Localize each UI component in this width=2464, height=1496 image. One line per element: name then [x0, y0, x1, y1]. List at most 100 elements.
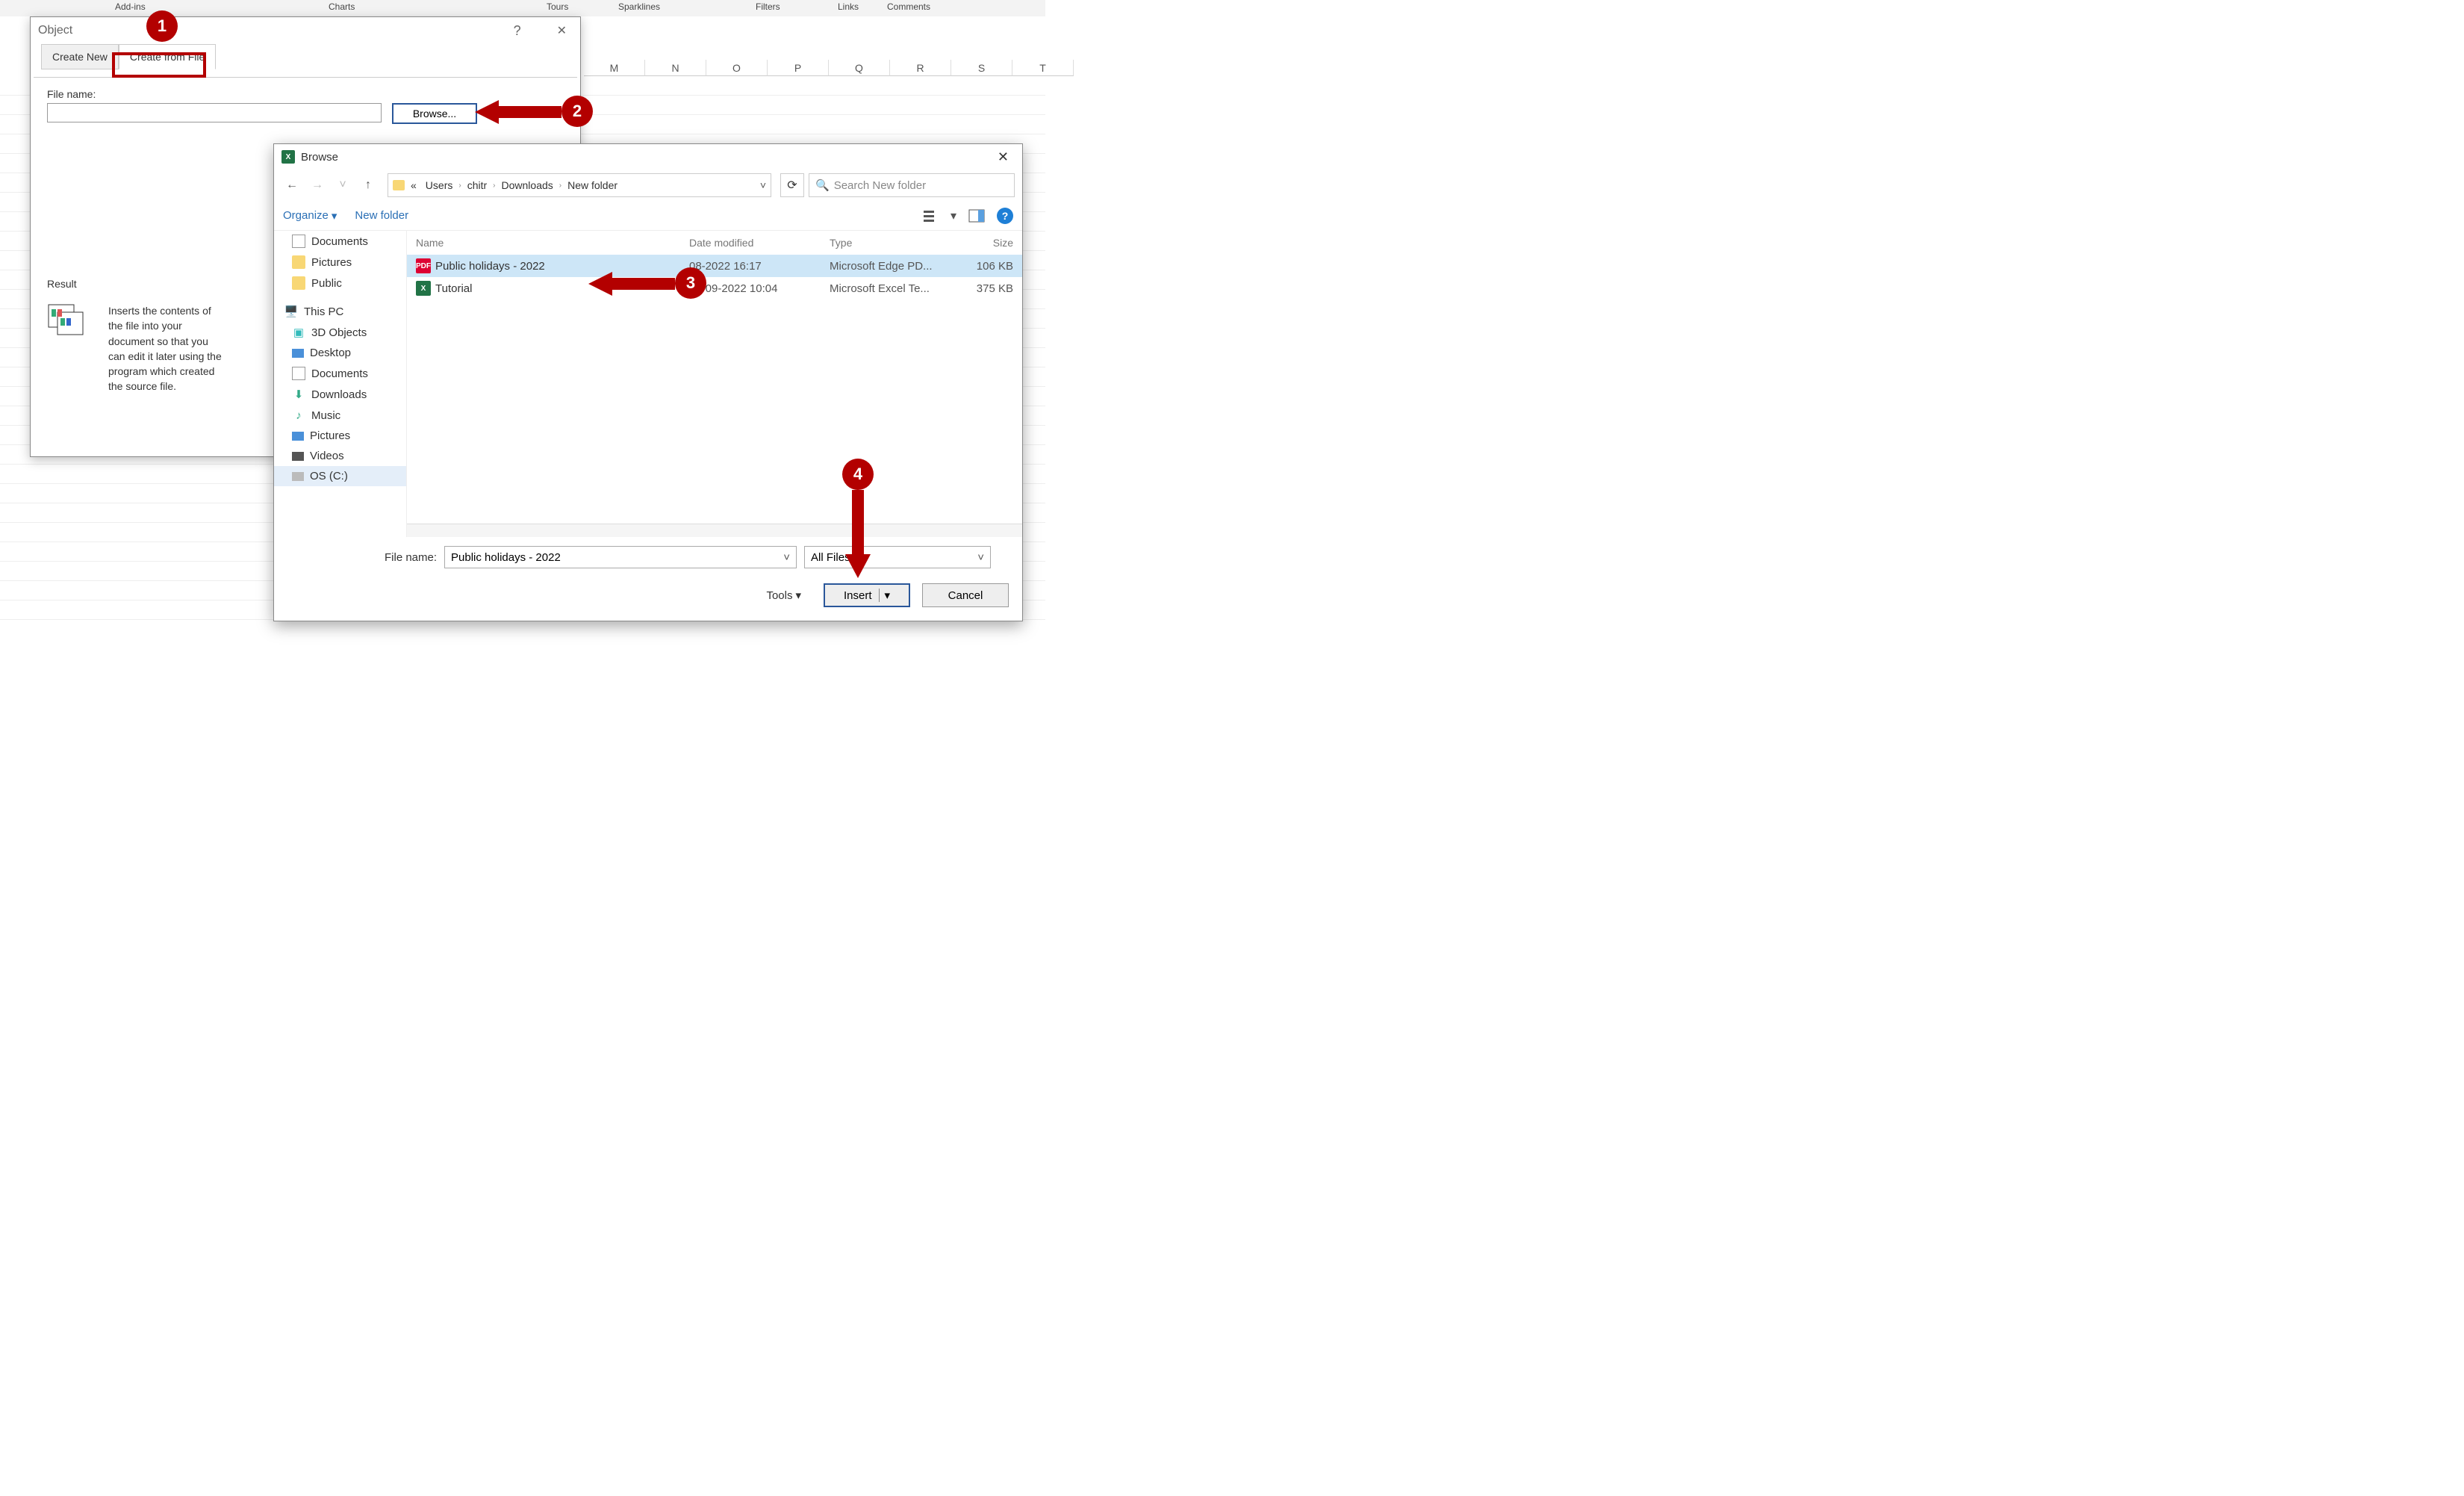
- cancel-button[interactable]: Cancel: [922, 583, 1009, 607]
- refresh-icon[interactable]: ⟳: [780, 173, 804, 197]
- folder-tree[interactable]: Documents Pictures Public 🖥️This PC ▣3D …: [274, 231, 407, 537]
- tools-dropdown[interactable]: Tools▾: [766, 589, 801, 602]
- footer-file-name-label: File name:: [385, 551, 437, 564]
- chevron-down-icon: ˅: [977, 551, 984, 564]
- browse-dialog-title: Browse: [301, 151, 338, 164]
- file-name: Public holidays - 2022: [435, 260, 689, 273]
- tab-create-new[interactable]: Create New: [41, 44, 119, 69]
- folder-icon: [292, 276, 305, 290]
- header-date[interactable]: Date modified: [689, 237, 830, 249]
- col-T[interactable]: T: [1012, 60, 1074, 76]
- breadcrumb-seg[interactable]: Users: [423, 178, 456, 193]
- nav-forward-icon[interactable]: →: [307, 175, 328, 196]
- chevron-down-icon[interactable]: ˅: [783, 551, 790, 564]
- excel-icon: X: [281, 150, 295, 164]
- col-O[interactable]: O: [706, 60, 768, 76]
- tree-item[interactable]: Videos: [274, 446, 406, 466]
- nav-up-icon[interactable]: ↑: [358, 175, 379, 196]
- header-type[interactable]: Type: [830, 237, 953, 249]
- col-P[interactable]: P: [768, 60, 829, 76]
- close-icon[interactable]: ✕: [992, 146, 1015, 168]
- folder-icon: [393, 180, 405, 190]
- tree-item[interactable]: ⬇Downloads: [274, 384, 406, 405]
- breadcrumb-seg[interactable]: chitr: [464, 178, 490, 193]
- file-filter-dropdown[interactable]: All Files ˅: [804, 546, 991, 568]
- chevron-right-icon: ›: [493, 181, 495, 190]
- preview-pane-icon[interactable]: [968, 208, 985, 224]
- ribbon-group-comments: Comments: [887, 1, 930, 12]
- file-row[interactable]: PDF Public holidays - 2022 08-2022 16:17…: [407, 255, 1022, 277]
- view-icon[interactable]: [922, 208, 939, 224]
- document-icon: [292, 235, 305, 248]
- search-input[interactable]: 🔍 Search New folder: [809, 173, 1015, 197]
- tree-item[interactable]: ▣3D Objects: [274, 322, 406, 343]
- footer-file-name-input[interactable]: Public holidays - 2022 ˅: [444, 546, 797, 568]
- tree-item[interactable]: Documents: [274, 363, 406, 384]
- insert-button[interactable]: Insert▾: [824, 583, 910, 607]
- ribbon-group-sparklines: Sparklines: [618, 1, 660, 12]
- file-size: 375 KB: [953, 282, 1013, 295]
- col-R[interactable]: R: [890, 60, 951, 76]
- file-date: 08-2022 16:17: [689, 260, 830, 273]
- search-placeholder: Search New folder: [834, 179, 926, 192]
- desktop-icon: [292, 349, 304, 358]
- tree-item[interactable]: Pictures: [274, 252, 406, 273]
- organize-button[interactable]: Organize▾: [283, 209, 337, 223]
- tree-item[interactable]: Public: [274, 273, 406, 294]
- ribbon-group-charts: Charts: [329, 1, 355, 12]
- chevron-down-icon: ▾: [795, 589, 801, 602]
- pdf-icon: PDF: [416, 258, 431, 273]
- pc-icon: 🖥️: [284, 305, 298, 318]
- pictures-icon: [292, 432, 304, 441]
- header-size[interactable]: Size: [953, 237, 1013, 249]
- download-icon: ⬇: [292, 388, 305, 401]
- chevron-down-icon[interactable]: ˅: [760, 179, 766, 191]
- header-name[interactable]: Name: [416, 237, 689, 249]
- help-icon[interactable]: ?: [997, 208, 1013, 224]
- browse-button[interactable]: Browse...: [392, 103, 477, 124]
- xlsx-icon: X: [416, 281, 431, 296]
- disk-icon: [292, 472, 304, 481]
- breadcrumb-seg[interactable]: New folder: [564, 178, 620, 193]
- search-icon: 🔍: [815, 179, 830, 192]
- nav-back-icon[interactable]: ←: [281, 175, 302, 196]
- tree-item-this-pc[interactable]: 🖥️This PC: [274, 301, 406, 322]
- document-icon: [292, 367, 305, 380]
- chevron-right-icon: ›: [559, 181, 561, 190]
- file-size: 106 KB: [953, 260, 1013, 273]
- ribbon-group-filters: Filters: [756, 1, 780, 12]
- col-Q[interactable]: Q: [829, 60, 890, 76]
- new-folder-button[interactable]: New folder: [355, 209, 408, 222]
- address-bar[interactable]: « Users › chitr › Downloads › New folder…: [388, 173, 771, 197]
- col-N[interactable]: N: [645, 60, 706, 76]
- file-name-input[interactable]: [47, 103, 382, 122]
- file-list-header: Name Date modified Type Size: [407, 231, 1022, 255]
- tree-item[interactable]: OS (C:): [274, 466, 406, 486]
- breadcrumb-seg[interactable]: Downloads: [499, 178, 556, 193]
- col-M[interactable]: M: [584, 60, 645, 76]
- result-icon: [47, 303, 86, 338]
- tab-create-from-file[interactable]: Create from File: [119, 44, 216, 69]
- file-type: Microsoft Excel Te...: [830, 282, 953, 295]
- nav-recent-icon[interactable]: ˅: [332, 175, 353, 196]
- chevron-down-icon[interactable]: ▾: [951, 208, 956, 223]
- music-icon: ♪: [292, 409, 305, 422]
- tree-item[interactable]: ♪Music: [274, 405, 406, 426]
- chevron-down-icon[interactable]: ▾: [879, 589, 890, 602]
- breadcrumb-prefix: «: [408, 178, 420, 193]
- ribbon-group-links: Links: [838, 1, 859, 12]
- chevron-right-icon: ›: [458, 181, 461, 190]
- folder-icon: [292, 255, 305, 269]
- browse-dialog: X Browse ✕ ← → ˅ ↑ « Users › chitr › Dow…: [273, 143, 1023, 621]
- ribbon-groups: Add-ins Charts Tours Sparklines Filters …: [0, 0, 1045, 16]
- ribbon-group-addins: Add-ins: [115, 1, 146, 12]
- file-date: 20-09-2022 10:04: [689, 282, 830, 295]
- col-S[interactable]: S: [951, 60, 1012, 76]
- close-icon[interactable]: ✕: [551, 20, 573, 41]
- horizontal-scrollbar[interactable]: [407, 524, 1022, 537]
- help-icon[interactable]: ?: [514, 23, 521, 39]
- tree-item[interactable]: Desktop: [274, 343, 406, 363]
- tree-item[interactable]: Documents: [274, 231, 406, 252]
- file-row[interactable]: X Tutorial 20-09-2022 10:04 Microsoft Ex…: [407, 277, 1022, 299]
- tree-item[interactable]: Pictures: [274, 426, 406, 446]
